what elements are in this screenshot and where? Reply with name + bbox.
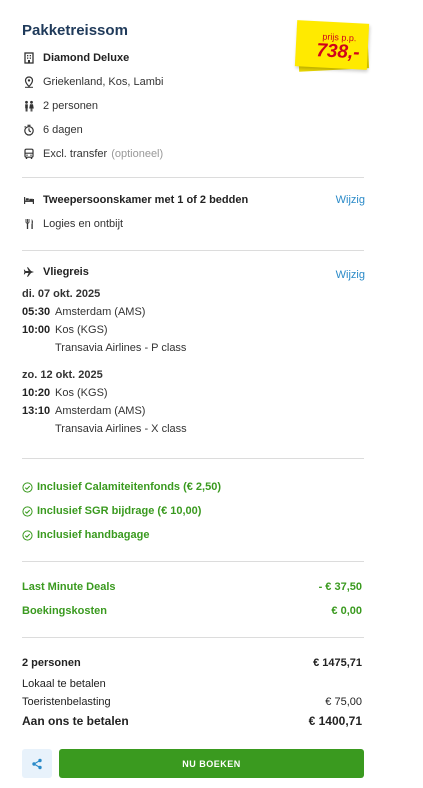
divider [22, 637, 364, 638]
divider [22, 177, 364, 178]
people-icon [22, 99, 36, 113]
duration-text: 6 dagen [43, 124, 83, 136]
persons-total-label: 2 personen [22, 657, 81, 669]
inclusion-item: Inclusief handbagage [22, 529, 149, 541]
location-text: Griekenland, Kos, Lambi [43, 76, 164, 88]
local-pay-label: Lokaal te betalen [22, 678, 106, 690]
outbound-departure-time: 05:30 [22, 306, 51, 318]
transfer-text: Excl. transfer [43, 148, 108, 160]
outbound-arrival-place: Kos (KGS) [55, 324, 108, 336]
inclusion-text: Inclusief SGR bijdrage (€ 10,00) [37, 505, 202, 517]
booking-cost-value: € 0,00 [331, 605, 362, 617]
return-arrival-time: 13:10 [22, 405, 51, 417]
return-arrival: 13:10 Amsterdam (AMS) [22, 405, 145, 417]
tourist-tax-row: Toeristenbelasting € 75,00 [22, 696, 362, 708]
building-icon [22, 51, 36, 65]
local-pay-row: Lokaal te betalen [22, 678, 362, 690]
divider [22, 561, 364, 562]
divider [22, 458, 364, 459]
cutlery-icon [22, 217, 36, 231]
room-type: Tweepersoonskamer met 1 of 2 bedden [43, 194, 249, 206]
outbound-departure-place: Amsterdam (AMS) [55, 306, 146, 318]
inclusion-item: Inclusief SGR bijdrage (€ 10,00) [22, 505, 201, 517]
check-circle-icon [22, 505, 33, 517]
outbound-arrival: 10:00 Kos (KGS) [22, 324, 108, 336]
book-now-button[interactable]: NU BOEKEN [59, 749, 364, 778]
last-minute-value: - € 37,50 [318, 581, 362, 593]
persons-row: 2 personen [22, 98, 98, 114]
room-row: Tweepersoonskamer met 1 of 2 bedden [22, 192, 248, 208]
return-departure-place: Kos (KGS) [55, 387, 108, 399]
bus-icon [22, 147, 36, 161]
map-pin-icon [22, 75, 36, 89]
inclusion-text: Inclusief handbagage [37, 529, 150, 541]
page-title: Pakketreissom [22, 22, 128, 39]
price-tag: prijs p.p. 738,- [294, 20, 370, 72]
return-date: zo. 12 okt. 2025 [22, 369, 103, 381]
last-minute-label: Last Minute Deals [22, 581, 116, 593]
outbound-date: di. 07 okt. 2025 [22, 288, 101, 300]
last-minute-row: Last Minute Deals - € 37,50 [22, 581, 362, 593]
booking-cost-label: Boekingskosten [22, 605, 107, 617]
persons-text: 2 personen [43, 100, 99, 112]
change-flight-link[interactable]: Wijzig [336, 269, 365, 281]
outbound-departure: 05:30 Amsterdam (AMS) [22, 306, 145, 318]
pay-to-us-value: € 1400,71 [308, 714, 362, 728]
return-carrier: Transavia Airlines - X class [55, 423, 187, 435]
price-amount: 738,- [315, 40, 361, 64]
price-tag-card: prijs p.p. 738,- [294, 20, 370, 70]
check-circle-icon [22, 529, 33, 541]
change-room-link[interactable]: Wijzig [336, 194, 365, 206]
inclusion-text: Inclusief Calamiteitenfonds (€ 2,50) [37, 481, 221, 493]
booking-cost-row: Boekingskosten € 0,00 [22, 605, 362, 617]
board-row: Logies en ontbijt [22, 216, 123, 232]
transfer-optional-note: (optioneel) [111, 148, 164, 160]
divider [22, 250, 364, 251]
pay-to-us-label: Aan ons te betalen [22, 714, 129, 728]
bed-icon [22, 193, 36, 207]
tourist-tax-label: Toeristenbelasting [22, 696, 111, 708]
return-departure: 10:20 Kos (KGS) [22, 387, 108, 399]
pay-to-us-row: Aan ons te betalen € 1400,71 [22, 714, 362, 728]
board-text: Logies en ontbijt [43, 218, 124, 230]
check-circle-icon [22, 481, 33, 493]
stopwatch-icon [22, 123, 36, 137]
location-row: Griekenland, Kos, Lambi [22, 74, 163, 90]
transfer-row: Excl. transfer (optioneel) [22, 146, 163, 162]
persons-total-row: 2 personen € 1475,71 [22, 657, 362, 669]
return-departure-time: 10:20 [22, 387, 51, 399]
share-button[interactable] [22, 749, 52, 778]
outbound-carrier: Transavia Airlines - P class [55, 342, 187, 354]
share-icon [32, 758, 42, 769]
hotel-name: Diamond Deluxe [43, 52, 130, 64]
flight-row: Vliegreis [22, 264, 89, 280]
duration-row: 6 dagen [22, 122, 83, 138]
flight-label: Vliegreis [43, 266, 89, 278]
inclusion-item: Inclusief Calamiteitenfonds (€ 2,50) [22, 481, 221, 493]
airplane-icon [22, 265, 36, 279]
return-arrival-place: Amsterdam (AMS) [55, 405, 146, 417]
persons-total-value: € 1475,71 [313, 657, 362, 669]
outbound-arrival-time: 10:00 [22, 324, 51, 336]
tourist-tax-value: € 75,00 [325, 696, 362, 708]
hotel-row: Diamond Deluxe [22, 50, 129, 66]
